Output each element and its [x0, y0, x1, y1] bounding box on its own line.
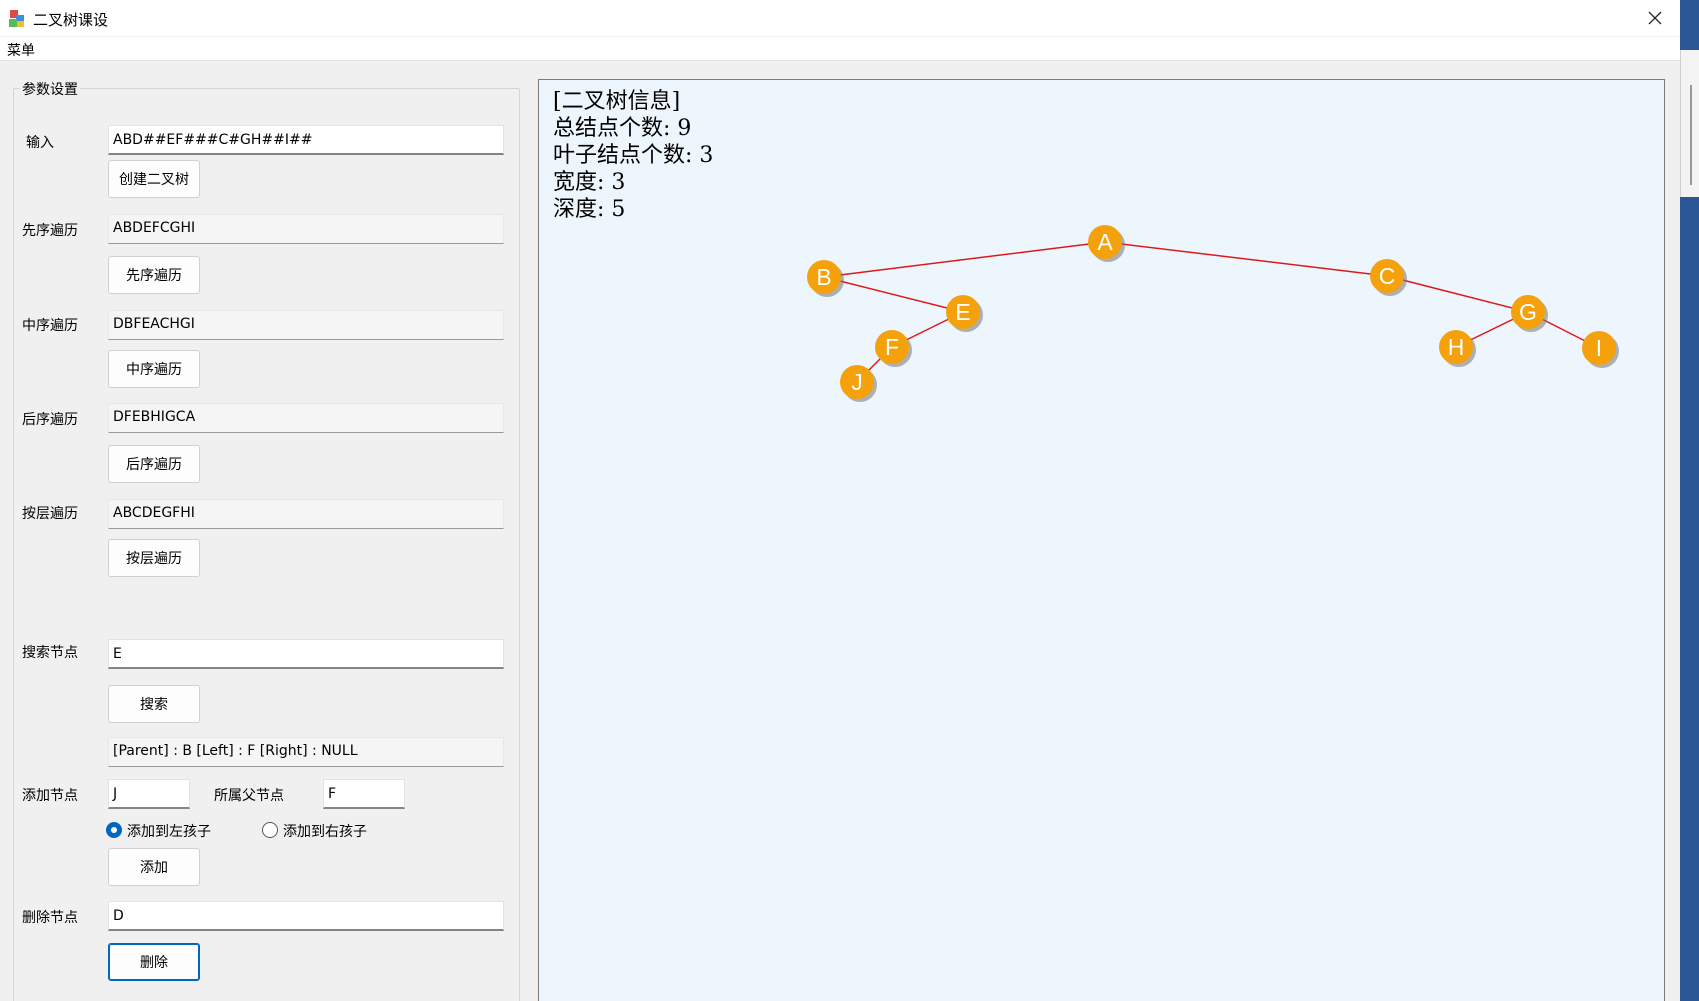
tree-node-C: C	[1370, 259, 1407, 296]
search-result: [Parent] : B [Left] : F [Right] : NULL	[108, 737, 504, 767]
parent-node-label: 所属父节点	[214, 788, 284, 804]
tree-node-label: E	[955, 299, 970, 325]
search-input[interactable]: E	[108, 639, 504, 669]
levelorder-result: ABCDEGFHI	[108, 499, 504, 529]
add-node-label: 添加节点	[22, 788, 78, 804]
tree-node-label: F	[885, 334, 899, 360]
parent-node-input[interactable]: F	[323, 779, 405, 809]
tree-node-label: H	[1448, 334, 1465, 360]
tree-node-G: G	[1511, 295, 1548, 332]
inorder-button[interactable]: 中序遍历	[108, 350, 200, 388]
tree-node-F: F	[875, 330, 912, 367]
postorder-result: DFEBHIGCA	[108, 403, 504, 433]
menu-bar: 菜单	[0, 37, 1680, 61]
close-icon	[1648, 11, 1662, 25]
params-legend: 参数设置	[20, 79, 80, 99]
add-node-input[interactable]: J	[108, 779, 190, 809]
inorder-result: DBFEACHGI	[108, 310, 504, 340]
levelorder-label: 按层遍历	[22, 506, 78, 522]
radio-add-right[interactable]	[262, 822, 278, 838]
search-label: 搜索节点	[22, 645, 78, 661]
tree-node-label: J	[851, 369, 863, 395]
radio-add-left[interactable]	[106, 822, 122, 838]
tree-node-label: G	[1519, 299, 1537, 325]
preorder-result: ABDEFCGHI	[108, 214, 504, 244]
close-button[interactable]	[1630, 0, 1680, 36]
tree-edge-A-C	[1104, 241, 1388, 277]
tree-node-label: I	[1596, 335, 1602, 361]
input-field[interactable]: ABD##EF###C#GH##I##	[108, 125, 504, 155]
tree-edge-A-B	[823, 241, 1106, 278]
add-button[interactable]: 添加	[108, 848, 200, 886]
delete-button[interactable]: 删除	[108, 943, 200, 981]
tree-node-A: A	[1088, 225, 1125, 262]
tree-node-J: J	[840, 365, 877, 402]
radio-add-left-label[interactable]: 添加到左孩子	[127, 821, 211, 841]
tree-node-label: B	[816, 264, 831, 290]
tree-edge-C-G	[1386, 275, 1529, 313]
window-title: 二叉树课设	[33, 11, 109, 29]
tree-canvas: [二叉树信息] 总结点个数: 9 叶子结点个数: 3 宽度: 3 深度: 5 A…	[538, 79, 1665, 1001]
background-scrollbar	[1690, 85, 1692, 185]
tree-node-I: I	[1582, 331, 1619, 368]
create-tree-button[interactable]: 创建二叉树	[108, 160, 200, 198]
inorder-label: 中序遍历	[22, 318, 78, 334]
tree-node-label: A	[1097, 229, 1113, 255]
levelorder-button[interactable]: 按层遍历	[108, 539, 200, 577]
tree-node-E: E	[946, 295, 983, 332]
preorder-label: 先序遍历	[22, 223, 78, 239]
delete-node-input[interactable]: D	[108, 901, 504, 931]
app-icon	[9, 10, 24, 27]
preorder-button[interactable]: 先序遍历	[108, 256, 200, 294]
tree-node-label: C	[1379, 263, 1396, 289]
delete-node-label: 删除节点	[22, 910, 78, 926]
tree-node-H: H	[1439, 330, 1476, 367]
tree-node-B: B	[807, 260, 844, 297]
title-bar: 二叉树课设	[0, 0, 1680, 36]
postorder-button[interactable]: 后序遍历	[108, 445, 200, 483]
search-button[interactable]: 搜索	[108, 685, 200, 723]
tree-edge-B-E	[823, 276, 964, 313]
menu-main[interactable]: 菜单	[7, 40, 35, 60]
app-window: 二叉树课设 菜单 参数设置 输入 ABD##EF###C#GH##I## 创建二…	[0, 0, 1680, 1001]
postorder-label: 后序遍历	[22, 412, 78, 428]
radio-add-right-label[interactable]: 添加到右孩子	[283, 821, 367, 841]
input-label: 输入	[26, 135, 54, 151]
tree-drawing: A B C E FJ G H I	[807, 225, 1619, 402]
